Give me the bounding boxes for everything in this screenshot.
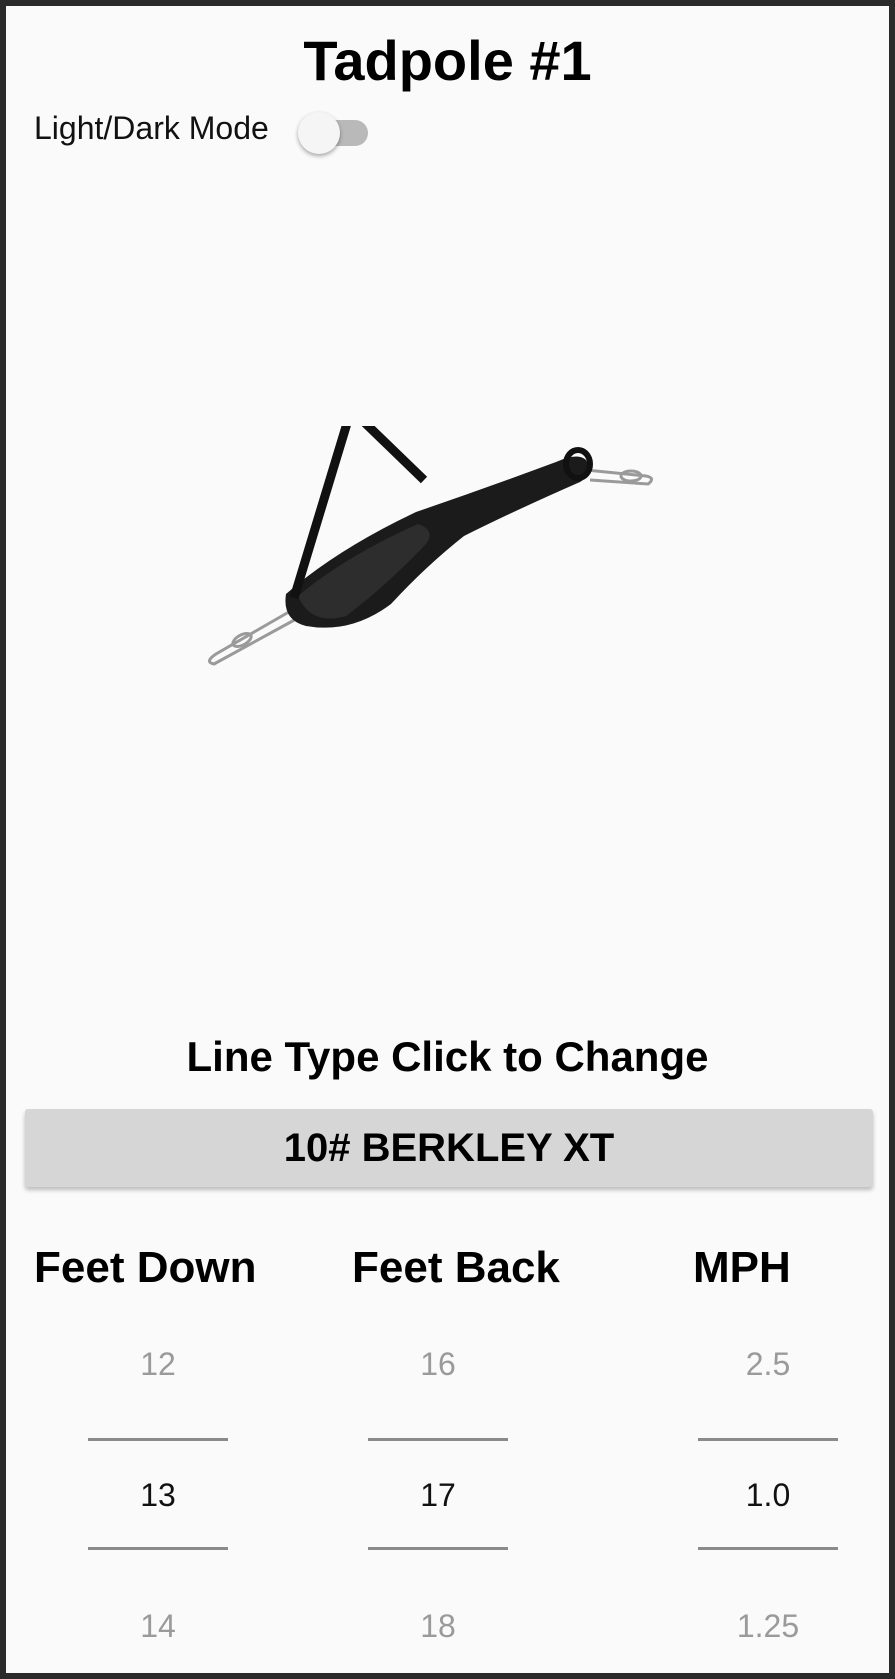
page-title: Tadpole #1: [303, 29, 592, 92]
picker-divider: [368, 1547, 508, 1550]
mph-header: MPH: [693, 1243, 791, 1292]
picker-divider: [368, 1438, 508, 1441]
mph-next-value[interactable]: 1.25: [698, 1608, 838, 1645]
picker-divider: [88, 1438, 228, 1441]
feet-back-header: Feet Back: [352, 1243, 560, 1292]
dark-mode-label: Light/Dark Mode: [34, 110, 269, 146]
mph-prev-value[interactable]: 2.5: [698, 1346, 838, 1383]
tadpole-diver-image: [208, 426, 653, 666]
feet-back-current-value[interactable]: 17: [368, 1477, 508, 1514]
feet-back-prev-value[interactable]: 16: [368, 1346, 508, 1383]
feet-down-header: Feet Down: [34, 1243, 257, 1292]
rear-snap-clip: [585, 468, 653, 486]
line-type-button[interactable]: 10# BERKLEY XT: [25, 1109, 873, 1187]
feet-back-picker[interactable]: 16 17 18: [368, 1326, 508, 1666]
feet-down-picker[interactable]: 12 13 14: [88, 1326, 228, 1666]
feet-down-current-value[interactable]: 13: [88, 1477, 228, 1514]
feet-back-next-value[interactable]: 18: [368, 1608, 508, 1645]
picker-divider: [88, 1547, 228, 1550]
feet-down-prev-value[interactable]: 12: [88, 1346, 228, 1383]
feet-down-next-value[interactable]: 14: [88, 1608, 228, 1645]
dark-mode-toggle[interactable]: [298, 110, 370, 154]
line-type-label: Line Type Click to Change: [186, 1033, 709, 1080]
mph-picker[interactable]: 2.5 1.0 1.25: [698, 1326, 838, 1666]
app-screen: Tadpole #1 Light/Dark Mode Line Type Cli…: [6, 6, 889, 1673]
picker-divider: [698, 1438, 838, 1441]
picker-divider: [698, 1547, 838, 1550]
front-snap-clip: [208, 607, 299, 666]
mph-current-value[interactable]: 1.0: [698, 1477, 838, 1514]
toggle-knob: [298, 112, 340, 154]
